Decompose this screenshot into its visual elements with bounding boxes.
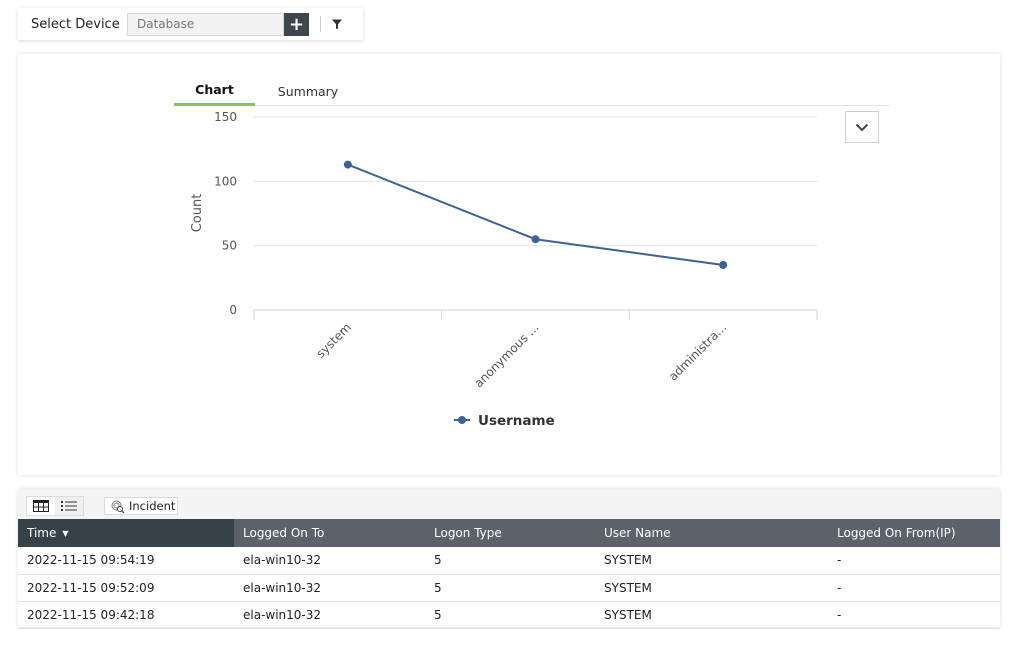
device-toolbar: Select Device +: [18, 8, 363, 40]
cell-logon-type: 5: [425, 574, 595, 602]
cell-logged-on-to: ela-win10-32: [234, 601, 425, 629]
cell-time: 2022-11-15 09:42:18: [18, 601, 234, 629]
table-header-row: Time ▼ Logged On To Logon Type User Name …: [18, 519, 1000, 547]
column-header-time[interactable]: Time ▼: [18, 519, 234, 547]
cell-logged-on-from: -: [828, 601, 1000, 629]
plus-icon: +: [288, 13, 305, 35]
table-view-button[interactable]: [27, 497, 55, 515]
column-header-label: Time: [27, 526, 57, 540]
data-point[interactable]: [719, 260, 728, 269]
y-axis-label: Count: [190, 194, 205, 233]
fingerprint-search-icon: [111, 500, 125, 513]
y-tick-label: 150: [214, 110, 237, 124]
chart-panel: Chart Summary 0 50 100 150 system anonymous .…: [18, 54, 1000, 475]
data-point[interactable]: [531, 235, 540, 244]
view-toggle: [26, 496, 84, 516]
y-tick-label: 50: [222, 239, 237, 253]
list-view-button[interactable]: [55, 497, 83, 515]
cell-logged-on-to: ela-win10-32: [234, 547, 425, 575]
incident-label: Incident: [129, 499, 176, 513]
data-point[interactable]: [343, 160, 352, 169]
table-row[interactable]: 2022-11-15 09:42:18 ela-win10-32 5 SYSTE…: [18, 601, 1000, 629]
results-grid-panel: Incident Time ▼ Logged On To Logon Type U…: [18, 489, 1000, 629]
cell-logged-on-from: -: [828, 574, 1000, 602]
chart-legend[interactable]: Username: [454, 413, 555, 429]
x-tick-label: system: [313, 320, 354, 361]
y-tick-label: 100: [214, 174, 237, 188]
add-device-button[interactable]: +: [284, 12, 309, 36]
table-row[interactable]: 2022-11-15 09:54:19 ela-win10-32 5 SYSTE…: [18, 547, 1000, 575]
list-view-icon: [61, 501, 77, 511]
series-line: [347, 163, 724, 266]
select-device-label: Select Device: [31, 16, 120, 32]
cell-logged-on-from: -: [828, 547, 1000, 575]
cell-logged-on-to: ela-win10-32: [234, 574, 425, 602]
cell-user-name: SYSTEM: [595, 601, 828, 629]
cell-user-name: SYSTEM: [595, 547, 828, 575]
column-header-logged-on-from[interactable]: Logged On From(IP): [828, 519, 1000, 547]
line-chart: 0 50 100 150 system anonymous ... administra..…: [190, 110, 818, 429]
sort-desc-icon: ▼: [62, 529, 69, 538]
table-view-icon: [33, 500, 49, 512]
x-tick-label: administra...: [666, 320, 729, 383]
toolbar-divider: [320, 16, 321, 32]
cell-logon-type: 5: [425, 547, 595, 575]
cell-time: 2022-11-15 09:54:19: [18, 547, 234, 575]
device-input[interactable]: [127, 12, 284, 36]
legend-label: Username: [478, 413, 555, 429]
column-header-logon-type[interactable]: Logon Type: [425, 519, 595, 547]
incident-button[interactable]: Incident: [104, 497, 178, 515]
table-row[interactable]: 2022-11-15 09:52:09 ela-win10-32 5 SYSTE…: [18, 574, 1000, 602]
cell-logon-type: 5: [425, 601, 595, 629]
cell-time: 2022-11-15 09:52:09: [18, 574, 234, 602]
column-header-logged-on-to[interactable]: Logged On To: [234, 519, 425, 547]
x-tick-label: anonymous ...: [472, 320, 542, 390]
y-tick-label: 0: [229, 303, 237, 317]
column-header-user-name[interactable]: User Name: [595, 519, 828, 547]
results-table: Time ▼ Logged On To Logon Type User Name …: [18, 519, 1000, 629]
filter-icon[interactable]: [331, 18, 343, 30]
grid-toolbar: Incident: [18, 489, 1000, 519]
cell-user-name: SYSTEM: [595, 574, 828, 602]
legend-marker-icon: [458, 416, 466, 424]
